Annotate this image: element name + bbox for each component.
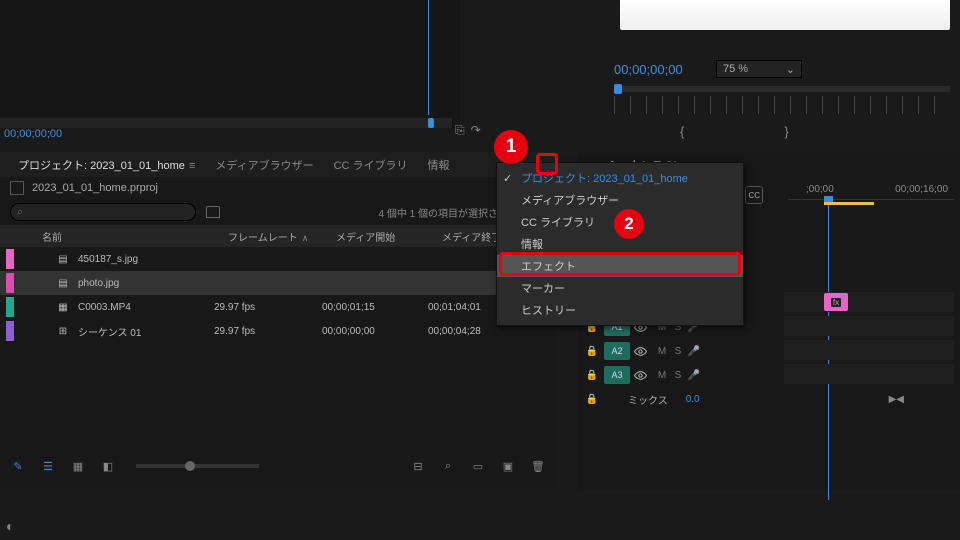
project-row[interactable]: ▤ photo.jpg bbox=[0, 271, 556, 295]
find-icon[interactable]: ⌕ bbox=[440, 458, 456, 474]
label-swatch[interactable] bbox=[6, 297, 14, 317]
bin-icon[interactable] bbox=[206, 206, 220, 218]
annotation-badge-1: 1 bbox=[494, 130, 528, 164]
search-icon: ⌕ bbox=[17, 206, 23, 219]
work-area-bar[interactable] bbox=[824, 202, 874, 205]
lift-icon[interactable]: ⎘ bbox=[455, 123, 465, 138]
program-zoom-select[interactable]: 75 % ⌄ bbox=[716, 60, 802, 78]
auto-sequence-icon[interactable]: ⊟ bbox=[410, 458, 426, 474]
track-lane-a3[interactable] bbox=[784, 364, 954, 384]
source-monitor bbox=[0, 0, 460, 128]
source-scrubber[interactable] bbox=[0, 118, 452, 128]
program-video-frame bbox=[620, 0, 950, 30]
menu-item-history[interactable]: ヒストリー bbox=[497, 299, 743, 321]
list-view-icon[interactable]: ☰ bbox=[40, 458, 56, 474]
image-icon: ▤ bbox=[56, 252, 70, 266]
track-label-a3[interactable]: A3 bbox=[604, 366, 630, 384]
project-filename: 2023_01_01_home.prproj bbox=[32, 182, 158, 194]
search-input[interactable]: ⌕ bbox=[10, 203, 196, 221]
chevron-down-icon: ⌄ bbox=[786, 63, 795, 76]
project-panel: 2023_01_01_home.prproj ⌕ 4 個中 1 個の項目が選択さ… bbox=[0, 177, 556, 489]
col-frame-rate[interactable]: フレームレート∧ bbox=[228, 229, 336, 244]
lock-icon[interactable]: 🔒 bbox=[584, 346, 600, 357]
source-tool-icons: ⎘ ↷ bbox=[455, 123, 481, 138]
mute-button[interactable]: M bbox=[654, 370, 670, 381]
program-playhead[interactable] bbox=[614, 84, 622, 94]
icon-view-icon[interactable]: ▦ bbox=[70, 458, 86, 474]
project-row[interactable]: ▦ C0003.MP4 29.97 fps 00;00;01;15 00;01;… bbox=[0, 295, 556, 319]
extract-icon[interactable]: ↷ bbox=[471, 123, 481, 138]
col-media-start[interactable]: メディア開始 bbox=[336, 229, 442, 244]
mark-out-icon[interactable]: } bbox=[784, 124, 788, 139]
new-bin-icon[interactable]: ▭ bbox=[470, 458, 486, 474]
lock-icon[interactable]: 🔒 bbox=[584, 394, 600, 405]
timeline-ruler[interactable]: ;00;00 00;00;16;00 bbox=[788, 184, 954, 200]
voice-record-icon[interactable]: 🎤 bbox=[686, 370, 702, 381]
track-a3[interactable]: 🔒 A3 M S 🎤 bbox=[584, 364, 954, 386]
panel-menu-icon[interactable]: ≡ bbox=[189, 160, 195, 172]
program-monitor: 00;00;00;00 75 % ⌄ { } bbox=[600, 0, 960, 150]
project-rows: ▤ 450187_s.jpg ▤ photo.jpg ▦ C0003.MP4 2… bbox=[0, 247, 556, 343]
track-lane-a1[interactable] bbox=[784, 316, 954, 336]
track-label-a2[interactable]: A2 bbox=[604, 342, 630, 360]
label-swatch[interactable] bbox=[6, 249, 14, 269]
sort-arrow-icon: ∧ bbox=[302, 233, 309, 243]
panel-tabs: プロジェクト: 2023_01_01_home≡ メディアブラウザー CC ライ… bbox=[0, 152, 556, 177]
toggle-output-icon[interactable] bbox=[634, 369, 654, 382]
project-footer: ✎ ☰ ▦ ◧ ⊟ ⌕ ▭ ▣ 🗑 bbox=[0, 453, 546, 479]
lock-icon[interactable]: 🔒 bbox=[584, 370, 600, 381]
program-ruler[interactable] bbox=[614, 86, 950, 118]
project-header: 2023_01_01_home.prproj bbox=[0, 177, 556, 199]
source-playhead[interactable] bbox=[428, 0, 429, 115]
menu-item-effects[interactable]: エフェクト bbox=[497, 255, 743, 277]
col-name[interactable]: 名前 bbox=[36, 229, 228, 244]
tab-project[interactable]: プロジェクト: 2023_01_01_home≡ bbox=[8, 153, 205, 177]
menu-item-media-browser[interactable]: メディアブラウザー bbox=[497, 189, 743, 211]
project-row[interactable]: ▤ 450187_s.jpg bbox=[0, 247, 556, 271]
solo-button[interactable]: S bbox=[670, 370, 686, 381]
panel-overflow-menu: プロジェクト: 2023_01_01_home メディアブラウザー CC ライブ… bbox=[496, 162, 744, 326]
status-icon[interactable]: ◐ bbox=[6, 518, 14, 534]
mix-track[interactable]: 🔒 ミックス 0.0 ▶◀ bbox=[584, 388, 954, 410]
video-icon: ▦ bbox=[56, 300, 70, 314]
toggle-output-icon[interactable] bbox=[634, 345, 654, 358]
label-swatch[interactable] bbox=[6, 273, 14, 293]
track-a2[interactable]: 🔒 A2 M S 🎤 bbox=[584, 340, 954, 362]
cc-badge[interactable]: CC bbox=[745, 186, 763, 204]
track-lane-a2[interactable] bbox=[784, 340, 954, 360]
annotation-highlight-1 bbox=[536, 153, 558, 175]
mark-in-icon[interactable]: { bbox=[680, 124, 684, 139]
new-item-button[interactable]: ▣ bbox=[500, 458, 516, 474]
sequence-icon: ⊞ bbox=[56, 324, 70, 338]
project-row[interactable]: ⊞ シーケンス 01 29.97 fps 00;00;00;00 00;00;0… bbox=[0, 319, 556, 343]
source-timecode[interactable]: 00;00;00;00 bbox=[4, 128, 62, 140]
freeform-view-icon[interactable]: ◧ bbox=[100, 458, 116, 474]
tab-info[interactable]: 情報 bbox=[418, 153, 460, 177]
program-timecode[interactable]: 00;00;00;00 bbox=[614, 62, 683, 77]
delete-icon[interactable]: 🗑 bbox=[530, 458, 546, 474]
menu-item-project[interactable]: プロジェクト: 2023_01_01_home bbox=[497, 167, 743, 189]
menu-item-markers[interactable]: マーカー bbox=[497, 277, 743, 299]
project-search-row: ⌕ 4 個中 1 個の項目が選択されました bbox=[0, 199, 556, 225]
output-icon[interactable]: ▶◀ bbox=[889, 394, 904, 405]
thumbnail-size-slider[interactable] bbox=[136, 464, 259, 468]
annotation-badge-2: 2 bbox=[614, 209, 644, 239]
project-file-icon[interactable] bbox=[10, 181, 24, 195]
solo-button[interactable]: S bbox=[670, 346, 686, 357]
track-lane-v1[interactable]: fx bbox=[784, 292, 954, 312]
clip-photo[interactable]: fx bbox=[824, 293, 848, 311]
column-headers: 名前 フレームレート∧ メディア開始 メディア終了 bbox=[0, 225, 556, 247]
tab-media-browser[interactable]: メディアブラウザー bbox=[205, 153, 323, 177]
new-item-icon[interactable]: ✎ bbox=[10, 458, 26, 474]
image-icon: ▤ bbox=[56, 276, 70, 290]
tab-cc-libraries[interactable]: CC ライブラリ bbox=[324, 153, 418, 177]
voice-record-icon[interactable]: 🎤 bbox=[686, 346, 702, 357]
mute-button[interactable]: M bbox=[654, 346, 670, 357]
zoom-value: 75 % bbox=[723, 63, 748, 75]
label-swatch[interactable] bbox=[6, 321, 14, 341]
